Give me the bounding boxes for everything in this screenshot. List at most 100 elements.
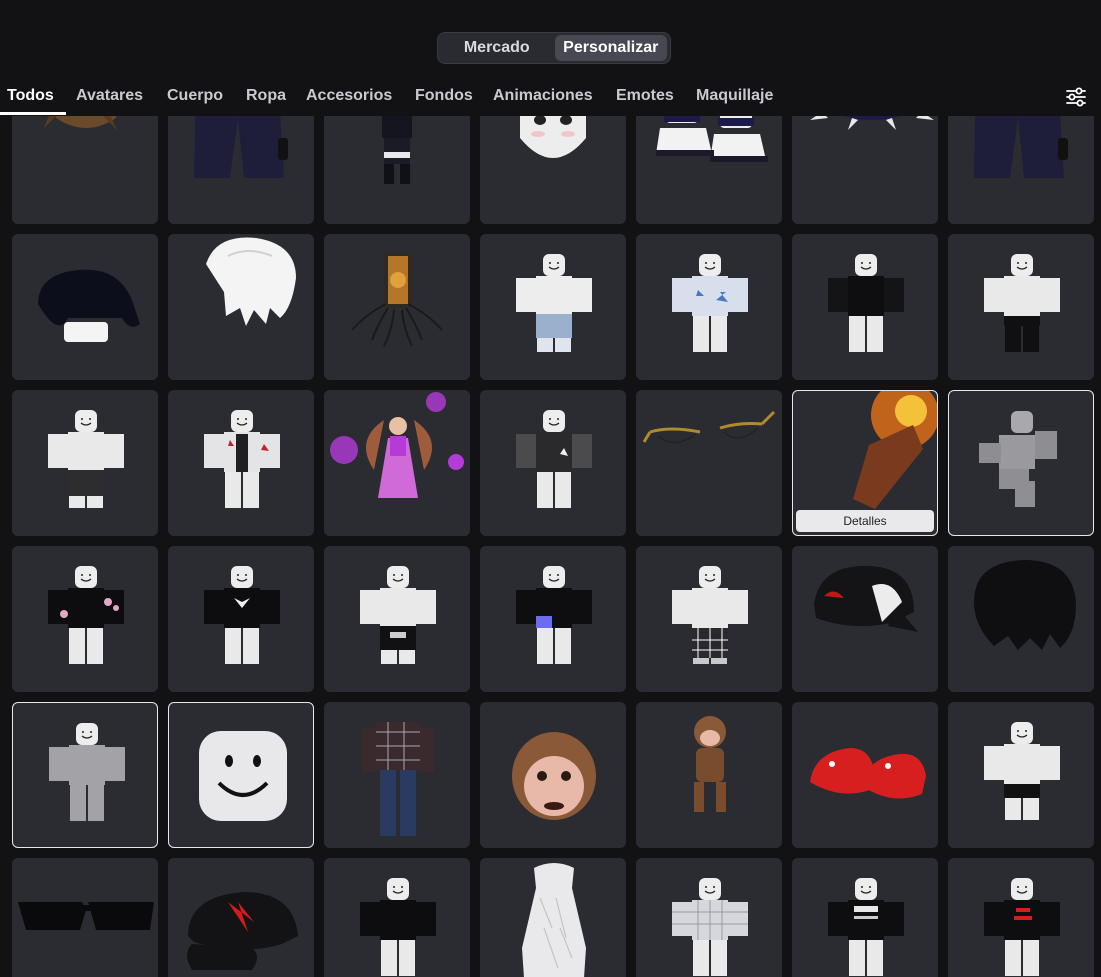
tab-avatares[interactable]: Avatares: [76, 87, 143, 105]
item-tile-avatar-black-white-pants[interactable]: [948, 702, 1094, 848]
black-hair-thumbnail: [38, 269, 140, 342]
item-tile-avatar-star-jacket[interactable]: [168, 390, 314, 536]
item-tile-gold-glasses[interactable]: [636, 390, 782, 536]
avatar-red-text-shirt-thumbnail: [984, 878, 1060, 976]
item-tile-flannel-outfit[interactable]: [324, 702, 470, 848]
item-tile-grey-plain-avatar[interactable]: [12, 702, 158, 848]
fairy-avatar-thumbnail: [324, 390, 470, 536]
item-tile-avatar-jeans-top[interactable]: [480, 234, 626, 380]
item-tile-black-hair[interactable]: [12, 234, 158, 380]
avatar-grey-star-thumbnail: [516, 410, 592, 508]
item-tile-avatar-black-shorts[interactable]: [324, 546, 470, 692]
avatar-fox-shirt-thumbnail: [204, 566, 280, 664]
dark-pants-thumbnail: [974, 116, 1068, 178]
tab-fondos[interactable]: Fondos: [415, 87, 473, 105]
avatar-black-shirt-2-thumbnail: [360, 878, 436, 976]
gold-glasses-thumbnail: [642, 410, 776, 444]
tab-cuerpo[interactable]: Cuerpo: [167, 87, 223, 105]
item-tile-monkey-avatar[interactable]: [636, 702, 782, 848]
item-tile-white-head-face[interactable]: [480, 116, 626, 224]
avatar-guapo-shirt-thumbnail: [828, 878, 904, 976]
avatar-black-white-pants-thumbnail: [984, 722, 1060, 820]
item-tile-avatar-plain-skirt[interactable]: [12, 390, 158, 536]
black-curly-hair-thumbnail: [974, 560, 1076, 650]
spider-lantern-thumbnail: [351, 252, 443, 347]
avatar-character-shirt-thumbnail: [516, 566, 592, 664]
item-grid: Detalles: [12, 116, 1101, 977]
item-tile-avatar-black-shirt[interactable]: [792, 234, 938, 380]
avatar-blossom-shirt-thumbnail: [48, 566, 124, 664]
tab-accesorios[interactable]: Accesorios: [306, 87, 392, 105]
white-shirt-tall-thumbnail: [522, 863, 586, 977]
avatar-star-jacket-thumbnail: [204, 410, 280, 508]
avatar-star-shirt-thumbnail: [672, 254, 748, 352]
item-tile-avatar-character-shirt[interactable]: [480, 546, 626, 692]
item-tile-fairy-avatar[interactable]: [324, 390, 470, 536]
avatar-black-pants-thumbnail: [984, 254, 1060, 352]
tab-maquillaje[interactable]: Maquillaje: [696, 87, 773, 105]
item-tile-black-sunglasses[interactable]: [12, 858, 158, 977]
market-button[interactable]: Mercado: [441, 35, 553, 61]
flannel-outfit-thumbnail: [362, 722, 434, 836]
active-tab-indicator: [0, 112, 66, 115]
item-tile-grey-running-avatar[interactable]: [948, 390, 1094, 536]
item-tile-avatar-plaid-pants[interactable]: [636, 546, 782, 692]
customize-button[interactable]: Personalizar: [554, 35, 667, 61]
item-tile-avatar-red-text-shirt[interactable]: [948, 858, 1094, 977]
item-tile-black-curly-hair[interactable]: [948, 546, 1094, 692]
item-tile-avatar-fox-shirt[interactable]: [168, 546, 314, 692]
dark-pants-thumbnail: [194, 116, 288, 178]
tab-todos[interactable]: Todos: [7, 87, 54, 105]
tab-emotes[interactable]: Emotes: [616, 87, 674, 105]
item-tile-black-cap-red-logo[interactable]: [168, 858, 314, 977]
black-cap-red-thumbnail: [814, 565, 918, 632]
item-tile-smile-face[interactable]: [168, 702, 314, 848]
item-tile-avatar-grey-star[interactable]: [480, 390, 626, 536]
item-tile-white-hair[interactable]: [168, 234, 314, 380]
tab-animaciones[interactable]: Animaciones: [493, 87, 593, 105]
white-head-face-thumbnail: [520, 116, 586, 158]
details-button[interactable]: Detalles: [796, 510, 934, 532]
monkey-avatar-thumbnail: [694, 716, 726, 812]
black-sunglasses-thumbnail: [18, 902, 154, 930]
item-tile-avatar-blossom-shirt[interactable]: [12, 546, 158, 692]
item-tile-anime-avatar[interactable]: [324, 116, 470, 224]
black-cap-red-logo-thumbnail: [187, 892, 298, 970]
item-tile-white-boots[interactable]: [636, 116, 782, 224]
grey-plain-avatar-thumbnail: [49, 723, 125, 821]
avatar-plaid-pants-thumbnail: [672, 566, 748, 664]
item-tile-black-cap-red[interactable]: [792, 546, 938, 692]
monkey-head-thumbnail: [512, 732, 596, 820]
category-tabs: Todos Avatares Cuerpo Ropa Accesorios Fo…: [0, 80, 1101, 116]
smile-face-thumbnail: [199, 731, 287, 821]
avatar-black-shirt-thumbnail: [828, 254, 904, 352]
item-tile-avatar-plaid-shirt[interactable]: [636, 858, 782, 977]
item-tile-brown-hair[interactable]: [12, 116, 158, 224]
avatar-editor: Mercado Personalizar Todos Avatares Cuer…: [0, 0, 1101, 977]
item-tile-avatar-star-shirt[interactable]: [636, 234, 782, 380]
item-tile-white-shirt-tall[interactable]: [480, 858, 626, 977]
spiked-collar-thumbnail: [810, 116, 934, 130]
item-tile-avatar-guapo-shirt[interactable]: [792, 858, 938, 977]
item-tile-spiked-collar[interactable]: [792, 116, 938, 224]
avatar-black-shorts-thumbnail: [360, 566, 436, 664]
grey-running-avatar-thumbnail: [979, 411, 1057, 507]
item-tile-dark-pants[interactable]: [168, 116, 314, 224]
avatar-plain-skirt-thumbnail: [48, 410, 124, 508]
white-hair-thumbnail: [206, 237, 296, 326]
white-boots-thumbnail: [656, 116, 768, 162]
avatar-plaid-shirt-thumbnail: [672, 878, 748, 976]
item-tile-monkey-head[interactable]: [480, 702, 626, 848]
brown-hair-thumbnail: [44, 116, 117, 130]
mode-switch: Mercado Personalizar: [437, 32, 671, 64]
tab-ropa[interactable]: Ropa: [246, 87, 286, 105]
item-tile-avatar-black-shirt-2[interactable]: [324, 858, 470, 977]
filter-sliders-icon[interactable]: [1063, 84, 1089, 110]
item-tile-dark-pants[interactable]: [948, 116, 1094, 224]
item-tile-spider-lantern[interactable]: [324, 234, 470, 380]
item-tile-red-clogs[interactable]: [792, 702, 938, 848]
avatar-jeans-top-thumbnail: [516, 254, 592, 352]
item-tile-avatar-black-pants[interactable]: [948, 234, 1094, 380]
red-clogs-thumbnail: [810, 748, 926, 799]
item-tile-rocket-fire[interactable]: Detalles: [792, 390, 938, 536]
